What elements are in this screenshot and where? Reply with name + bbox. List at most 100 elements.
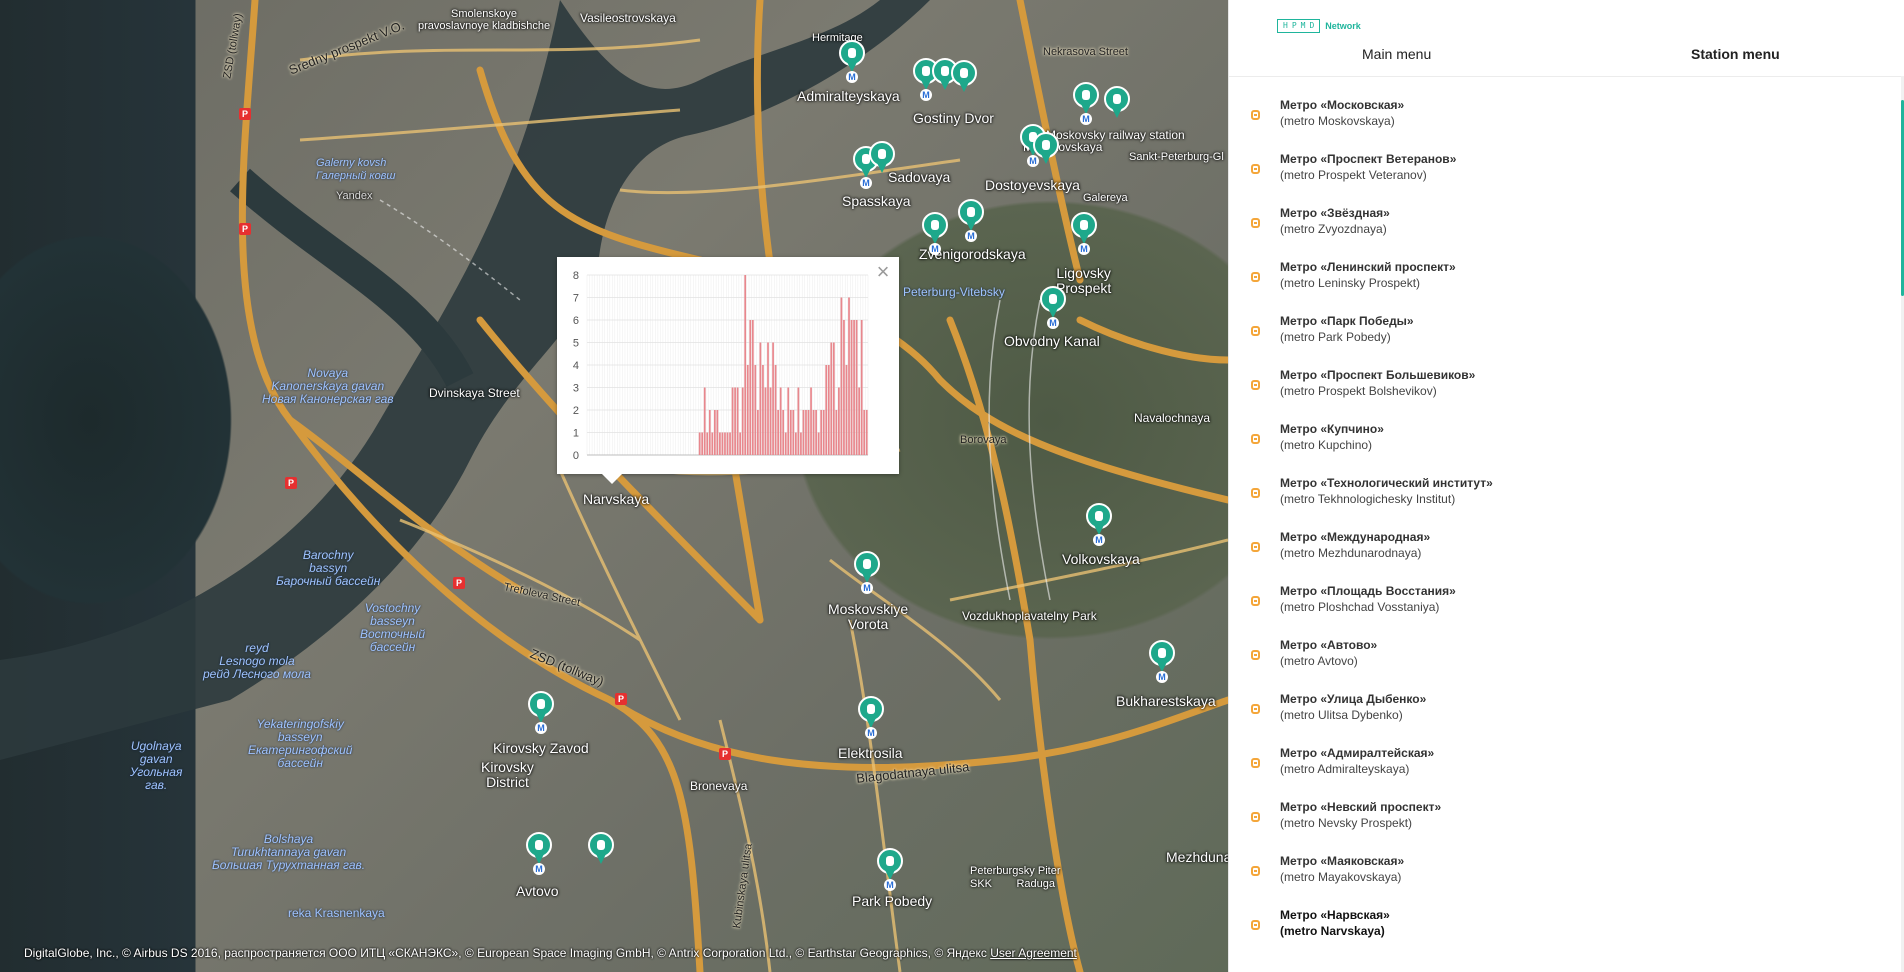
map-label-narvskaya: Narvskaya [583, 491, 650, 507]
map-label-sadovaya: Sadovaya [888, 169, 951, 185]
map-label-elektrosila: Elektrosila [838, 745, 903, 761]
chart-bar [711, 432, 714, 455]
station-name-en: (metro Prospekt Veteranov) [1280, 168, 1427, 182]
map-label-vostochny: Vostochny basseyn Восточный бассейн [360, 601, 425, 654]
station-list-item[interactable]: Метро «Международная» (metro Mezhdunarodn… [1229, 530, 1891, 584]
station-pin-moskovskiye-vorota[interactable]: M [854, 551, 880, 594]
chart-bar [724, 432, 726, 455]
chart-bar [754, 365, 757, 455]
chart-y-tick-label: 4 [573, 360, 579, 372]
station-pin-elektrosila[interactable]: M [858, 696, 884, 739]
chart-bar [863, 410, 866, 455]
chart-bar [835, 410, 838, 455]
station-list-item[interactable]: Метро «Звёздная» (metro Zvyozdnaya) [1229, 206, 1891, 260]
station-list-item[interactable]: Метро «Парк Победы» (metro Park Pobedy) [1229, 314, 1891, 368]
metro-logo-icon: M [865, 727, 877, 739]
chart-bar [800, 432, 802, 455]
chart-bar [716, 410, 719, 455]
station-pin-dostoyevskaya[interactable] [1033, 132, 1059, 166]
station-pin-leninsky[interactable] [588, 832, 614, 866]
station-pin-moskovsky-vokzal[interactable] [1104, 86, 1130, 120]
station-list-item[interactable]: Метро «Адмиралтейская» (metro Admiralteys… [1229, 746, 1891, 800]
chart-bar [719, 432, 721, 455]
station-pin-gostiny-dvor-3[interactable] [951, 60, 977, 94]
chart-bar [825, 365, 828, 455]
station-list-item[interactable]: Метро «Маяковская» (metro Mayakovskaya) [1229, 854, 1891, 908]
station-pin-ligovsky[interactable]: M [1071, 212, 1097, 255]
chart-bar [784, 432, 787, 455]
station-name-ru: Метро «Проспект Большевиков» [1280, 368, 1476, 382]
network-logo[interactable]: HPMD Network [1277, 19, 1361, 33]
chart-bar [797, 387, 800, 455]
station-list-item[interactable]: Метро «Технологический институт» (metro T… [1229, 476, 1891, 530]
station-pin-park-pobedy[interactable]: M [877, 848, 903, 891]
station-name-en: (metro Mayakovskaya) [1280, 870, 1402, 884]
chart-bar [703, 387, 706, 455]
chart-bar [769, 387, 772, 455]
station-list-item[interactable]: Метро «Нарвская» (metro Narvskaya) [1229, 908, 1891, 962]
station-name-en: (metro Narvskaya) [1280, 924, 1385, 938]
chart-bar [698, 432, 701, 455]
tab-station-menu[interactable]: Station menu [1691, 46, 1780, 62]
metro-station-icon [1251, 542, 1260, 552]
station-name-ru: Метро «Проспект Ветеранов» [1280, 152, 1457, 166]
chart-bar [713, 410, 716, 455]
tab-main-menu[interactable]: Main menu [1362, 46, 1431, 62]
station-list-item[interactable]: Метро «Автово» (metro Avtovo) [1229, 638, 1891, 692]
station-pin-pushkinskaya[interactable]: M [922, 212, 948, 255]
station-name-en: (metro Mezhdunarodnaya) [1280, 546, 1422, 560]
station-list-item[interactable]: Метро «Проспект Ветеранов» (metro Prospek… [1229, 152, 1891, 206]
road-sign-icon: P [239, 108, 251, 120]
map-label-nekrasova: Nekrasova Street [1043, 46, 1128, 58]
station-pin-vosstaniya[interactable]: M [1073, 82, 1099, 125]
station-list-item[interactable]: Метро «Купчино» (metro Kupchino) [1229, 422, 1891, 476]
chart-bar [855, 320, 858, 455]
chart-y-tick-label: 3 [573, 383, 579, 395]
station-pin-zvenigorodskaya[interactable]: M [958, 199, 984, 242]
station-pin-bukharestskaya[interactable]: M [1149, 640, 1175, 683]
metro-station-icon [1251, 866, 1260, 876]
map-label-ugolnaya: Ugolnaya gavan Угольная гав. [130, 739, 183, 792]
chart-bar [764, 387, 767, 455]
station-pin-obvodny[interactable]: M [1040, 286, 1066, 329]
station-list-item[interactable]: Метро «Московская» (metro Moskovskaya) [1229, 98, 1891, 152]
metro-logo-icon: M [1080, 113, 1092, 125]
station-pin-avtovo[interactable]: M [526, 832, 552, 875]
map-label-navalochnaya: Navalochnaya [1134, 411, 1211, 425]
chart-bar [792, 410, 795, 455]
chart-bar [746, 365, 749, 455]
map-label-gostiny-dvor: Gostiny Dvor [913, 110, 994, 126]
chart-bar [741, 387, 744, 455]
metro-logo-icon: M [861, 582, 873, 594]
user-agreement-link[interactable]: User Agreement [990, 946, 1077, 960]
chart-bar [757, 410, 759, 455]
satellite-map[interactable]: Smolenskoye pravoslavnoye kladbishche Va… [0, 0, 1228, 972]
logo-mark: HPMD [1277, 19, 1321, 33]
chart-y-tick-label: 6 [573, 315, 579, 327]
station-list-item[interactable]: Метро «Проспект Большевиков» (metro Prosp… [1229, 368, 1891, 422]
metro-logo-icon: M [846, 71, 858, 83]
station-pin-kirovsky-zavod[interactable]: M [528, 691, 554, 734]
metro-station-icon [1251, 164, 1260, 174]
attribution-text: DigitalGlobe, Inc., © Airbus DS 2016, ра… [24, 946, 987, 960]
station-pin-sennaya-2[interactable] [869, 141, 895, 175]
station-list-item[interactable]: Метро «Ленинский проспект» (metro Leninsk… [1229, 260, 1891, 314]
logo-text: Network [1325, 21, 1361, 31]
map-label-krasnenkaya: reka Krasnenkaya [288, 906, 385, 920]
station-pin-admiralteyskaya[interactable]: M [839, 40, 865, 83]
station-list-item[interactable]: Метро «Улица Дыбенко» (metro Ulitsa Dyben… [1229, 692, 1891, 746]
chart-bar [779, 387, 782, 455]
chart-bar [721, 432, 724, 455]
metro-logo-icon: M [920, 89, 932, 101]
station-name-en: (metro Avtovo) [1280, 654, 1358, 668]
chart-bar [840, 297, 843, 455]
station-pin-volkovskaya[interactable]: M [1086, 503, 1112, 546]
station-name-ru: Метро «Звёздная» [1280, 206, 1390, 220]
station-list-item[interactable]: Метро «Невский проспект» (metro Nevsky Pr… [1229, 800, 1891, 854]
station-name-ru: Метро «Международная» [1280, 530, 1431, 544]
map-label-dostoyevskaya: Dostoyevskaya [985, 177, 1080, 193]
chart-bar [830, 342, 833, 455]
station-list-item[interactable]: Метро «Площадь Восстания» (metro Ploshcha… [1229, 584, 1891, 638]
map-label-peterburgsky: Peterburgsky Piter SKK Raduga [970, 865, 1061, 890]
chart-bar [782, 410, 785, 455]
